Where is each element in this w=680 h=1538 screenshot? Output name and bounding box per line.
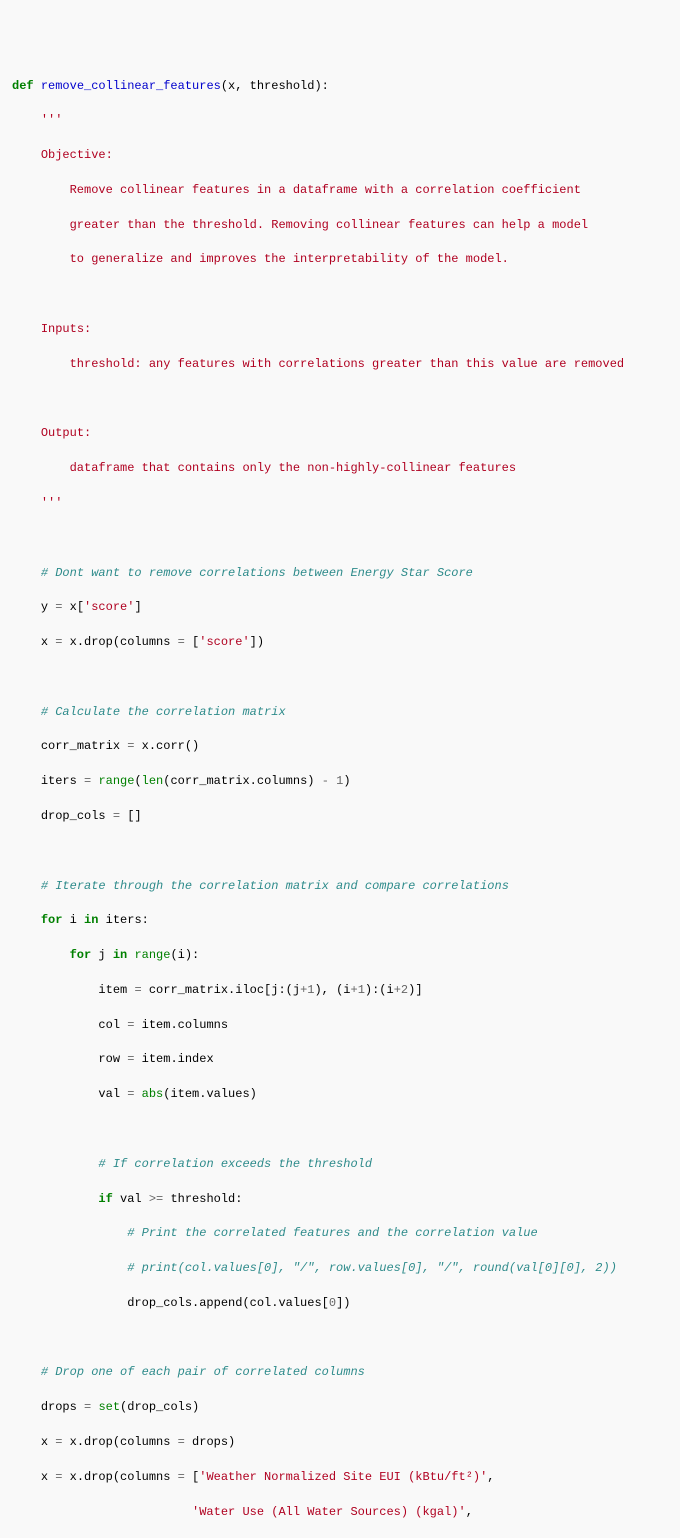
code-line: x = x.drop(columns = drops) — [12, 1434, 668, 1451]
docstring-line: greater than the threshold. Removing col… — [12, 217, 668, 234]
code-line: item = corr_matrix.iloc[j:(j+1), (i+1):(… — [12, 982, 668, 999]
code-line: for j in range(i): — [12, 947, 668, 964]
blank-line — [12, 286, 668, 303]
comment-line: # Dont want to remove correlations betwe… — [12, 565, 668, 582]
code-line: iters = range(len(corr_matrix.columns) -… — [12, 773, 668, 790]
comment-line: # Calculate the correlation matrix — [12, 704, 668, 721]
docstring-line: Remove collinear features in a dataframe… — [12, 182, 668, 199]
code-line: row = item.index — [12, 1051, 668, 1068]
docstring-open: ''' — [12, 112, 668, 129]
comment-line: # Iterate through the correlation matrix… — [12, 878, 668, 895]
code-line: drop_cols.append(col.values[0]) — [12, 1295, 668, 1312]
function-name: remove_collinear_features — [41, 79, 221, 93]
code-line: x = x.drop(columns = ['Weather Normalize… — [12, 1469, 668, 1486]
blank-line — [12, 843, 668, 860]
docstring-line: threshold: any features with correlation… — [12, 356, 668, 373]
blank-line — [12, 1330, 668, 1347]
code-line: def remove_collinear_features(x, thresho… — [12, 78, 668, 95]
blank-line — [12, 391, 668, 408]
comment-line: # If correlation exceeds the threshold — [12, 1156, 668, 1173]
params: (x, threshold): — [221, 79, 329, 93]
blank-line — [12, 530, 668, 547]
docstring-line: dataframe that contains only the non-hig… — [12, 460, 668, 477]
docstring-line: Output: — [12, 425, 668, 442]
code-line: y = x['score'] — [12, 599, 668, 616]
code-line: for i in iters: — [12, 912, 668, 929]
comment-line: # print(col.values[0], "/", row.values[0… — [12, 1260, 668, 1277]
code-line: corr_matrix = x.corr() — [12, 738, 668, 755]
comment-line: # Drop one of each pair of correlated co… — [12, 1364, 668, 1381]
docstring-line: to generalize and improves the interpret… — [12, 251, 668, 268]
code-line: 'Water Use (All Water Sources) (kgal)', — [12, 1504, 668, 1521]
blank-line — [12, 1121, 668, 1138]
docstring-line: Objective: — [12, 147, 668, 164]
comment-line: # Print the correlated features and the … — [12, 1225, 668, 1242]
code-line: drop_cols = [] — [12, 808, 668, 825]
docstring-line: Inputs: — [12, 321, 668, 338]
keyword-def: def — [12, 79, 34, 93]
code-line: col = item.columns — [12, 1017, 668, 1034]
blank-line — [12, 669, 668, 686]
code-line: if val >= threshold: — [12, 1191, 668, 1208]
code-line: drops = set(drop_cols) — [12, 1399, 668, 1416]
code-line: x = x.drop(columns = ['score']) — [12, 634, 668, 651]
code-line: val = abs(item.values) — [12, 1086, 668, 1103]
docstring-close: ''' — [12, 495, 668, 512]
